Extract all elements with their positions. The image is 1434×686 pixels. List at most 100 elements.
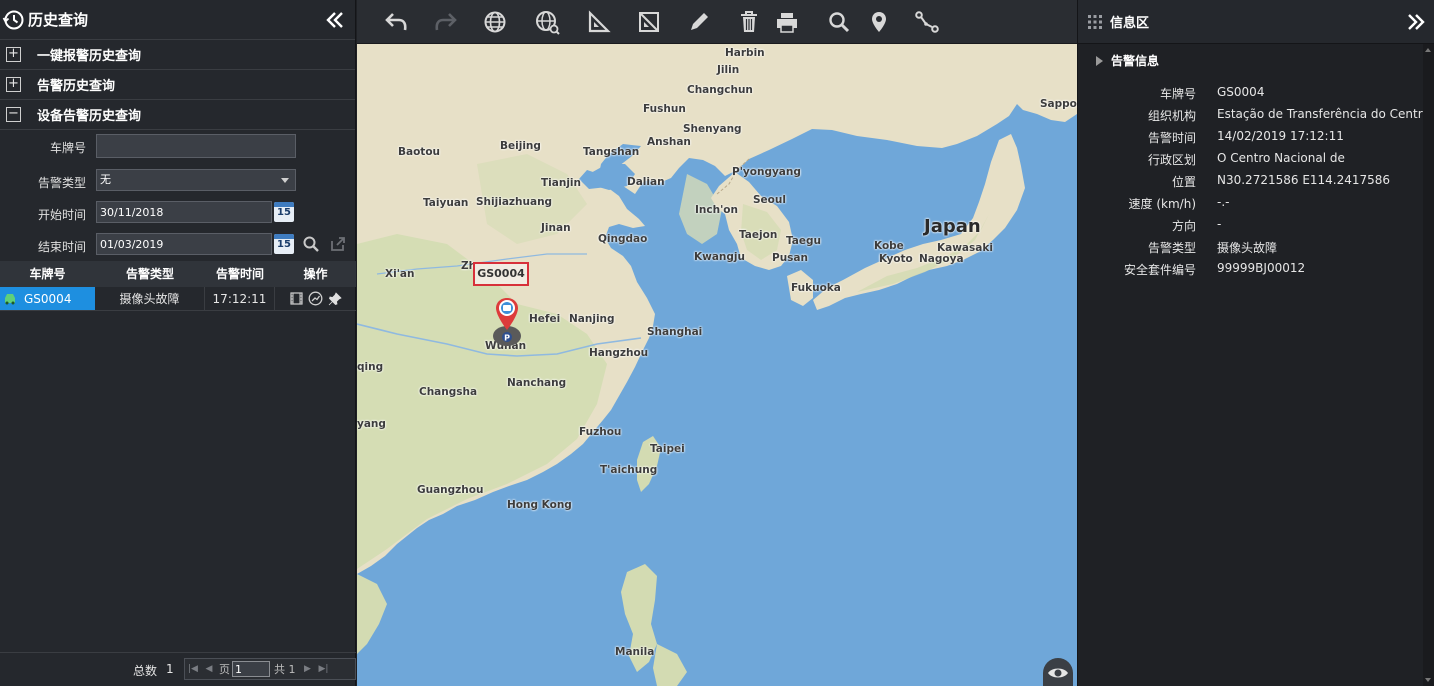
end-calendar-icon[interactable]: 15 xyxy=(274,234,294,254)
pencil-icon[interactable] xyxy=(685,8,713,36)
city-label: Hefei xyxy=(529,313,561,325)
start-time-label: 开始时间 xyxy=(37,208,86,222)
pagination-controls: |◀ ◀ 页 共 1 ▶ ▶| xyxy=(184,658,356,680)
measure-area-icon[interactable] xyxy=(635,8,663,36)
section-device-alarm-history[interactable]: − 设备告警历史查询 xyxy=(0,100,355,130)
expand-plus-icon: + xyxy=(6,47,21,62)
start-time-input[interactable] xyxy=(96,201,272,223)
eye-icon xyxy=(1048,668,1068,678)
action-cell xyxy=(275,287,356,310)
vehicle-marker-icon[interactable]: P xyxy=(491,296,523,352)
table-row[interactable]: GS0004 摄像头故障 17:12:11 xyxy=(0,287,356,311)
alarm-info-section[interactable]: 告警信息 xyxy=(1096,52,1159,69)
trash-icon[interactable] xyxy=(735,8,763,36)
globe-icon[interactable] xyxy=(481,8,509,36)
vehicle-map-label[interactable]: GS0004 xyxy=(473,262,529,286)
info-row-alarm-type: 告警类型 摄像头故障 xyxy=(1078,236,1418,258)
alarm-type-value: 无 xyxy=(100,173,111,186)
info-panel-header: 信息区 xyxy=(1078,0,1434,44)
grid-icon xyxy=(1088,14,1102,29)
city-label: Tianjin xyxy=(541,177,581,189)
globe-search-icon[interactable] xyxy=(533,8,561,36)
info-value: 14/02/2019 17:12:11 xyxy=(1217,129,1344,143)
last-page-icon[interactable]: ▶| xyxy=(316,659,332,679)
plate-cell: GS0004 xyxy=(0,287,95,310)
track-icon[interactable] xyxy=(308,291,323,306)
info-row-security-kit: 安全套件编号 99999BJ00012 xyxy=(1078,258,1418,280)
search-icon[interactable] xyxy=(302,235,320,253)
prev-page-icon[interactable]: ◀ xyxy=(201,659,217,679)
collapse-right-icon[interactable] xyxy=(1406,12,1426,32)
city-label: Seoul xyxy=(753,194,786,206)
section-label: 设备告警历史查询 xyxy=(37,109,142,124)
total-count: 1 xyxy=(166,662,174,676)
city-label: Xi'an xyxy=(385,268,415,280)
city-label: qing xyxy=(357,361,384,373)
col-time-header: 告警时间 xyxy=(215,267,264,281)
measure-distance-icon[interactable] xyxy=(585,8,613,36)
info-key: 速度 (km/h) xyxy=(1128,197,1196,211)
start-time-row: 开始时间 15 xyxy=(0,201,356,227)
city-label: Anshan xyxy=(647,136,691,148)
info-panel: 信息区 告警信息 车牌号 GS0004 组织机构 Estação de Tran… xyxy=(1077,0,1434,686)
city-label: Dalian xyxy=(627,176,665,188)
city-label: Beijing xyxy=(500,140,541,152)
first-page-icon[interactable]: |◀ xyxy=(185,659,201,679)
alarm-type-row: 告警类型 无 xyxy=(0,169,356,195)
page-input[interactable] xyxy=(232,661,270,677)
route-icon[interactable] xyxy=(913,8,941,36)
scroll-up-icon[interactable] xyxy=(1425,48,1431,52)
city-label: Fuzhou xyxy=(579,426,622,438)
city-label: P'yongyang xyxy=(732,166,801,178)
alarm-info-label: 告警信息 xyxy=(1111,54,1160,68)
map-view[interactable]: Harbin Jilin Changchun Fushun Shenyang A… xyxy=(357,44,1077,686)
info-scrollbar[interactable] xyxy=(1423,44,1434,686)
section-alarm-history[interactable]: + 告警历史查询 xyxy=(0,70,355,100)
next-page-icon[interactable]: ▶ xyxy=(300,659,316,679)
info-panel-title: 信息区 xyxy=(1110,16,1150,31)
video-icon[interactable] xyxy=(289,292,303,305)
city-label: Qingdao xyxy=(598,233,648,245)
export-icon[interactable] xyxy=(329,235,347,253)
info-key: 位置 xyxy=(1171,175,1196,189)
layer-toggle-button[interactable] xyxy=(1043,658,1073,686)
print-icon[interactable] xyxy=(773,8,801,36)
city-label: Nagoya xyxy=(919,253,964,265)
city-label: Manila xyxy=(615,646,655,658)
scroll-down-icon[interactable] xyxy=(1425,678,1431,682)
time-cell: 17:12:11 xyxy=(205,287,275,310)
city-label: Taejon xyxy=(739,229,778,241)
type-cell: 摄像头故障 xyxy=(95,287,205,310)
page-count: 共 1 xyxy=(274,663,296,676)
city-label: T'aichung xyxy=(600,464,658,476)
location-pin-icon[interactable] xyxy=(865,8,893,36)
city-label: Inch'on xyxy=(695,204,738,216)
pin-icon[interactable] xyxy=(328,291,342,306)
info-row-speed: 速度 (km/h) -.- xyxy=(1078,192,1418,214)
plate-input[interactable] xyxy=(96,134,296,158)
end-time-row: 结束时间 15 xyxy=(0,233,356,259)
country-label: Japan xyxy=(924,216,981,237)
city-label: Jilin xyxy=(717,64,740,76)
city-label: Hangzhou xyxy=(589,347,649,359)
redo-icon[interactable] xyxy=(431,8,459,36)
info-value: GS0004 xyxy=(1217,85,1265,99)
city-label: Nanjing xyxy=(569,313,615,325)
info-row-location: 位置 N30.2721586 E114.2417586 xyxy=(1078,170,1418,192)
start-calendar-icon[interactable]: 15 xyxy=(274,202,294,222)
section-one-key-alarm-history[interactable]: + 一键报警历史查询 xyxy=(0,40,355,70)
undo-icon[interactable] xyxy=(383,8,411,36)
alarm-type-select[interactable]: 无 xyxy=(96,169,296,191)
info-value: - xyxy=(1217,217,1222,231)
panel-header: 历史查询 xyxy=(0,0,355,40)
end-time-input[interactable] xyxy=(96,233,272,255)
city-label: Sapporo xyxy=(1040,98,1077,110)
info-row-alarm-time: 告警时间 14/02/2019 17:12:11 xyxy=(1078,126,1418,148)
info-key: 告警类型 xyxy=(1147,241,1196,255)
col-plate-header: 车牌号 xyxy=(29,267,66,281)
collapse-left-icon[interactable] xyxy=(325,10,345,30)
city-label: Shanghai xyxy=(647,326,703,338)
plate-value: GS0004 xyxy=(24,292,72,306)
map-search-icon[interactable] xyxy=(825,8,853,36)
info-value: Estação de Transferência do Centro N xyxy=(1217,107,1434,121)
